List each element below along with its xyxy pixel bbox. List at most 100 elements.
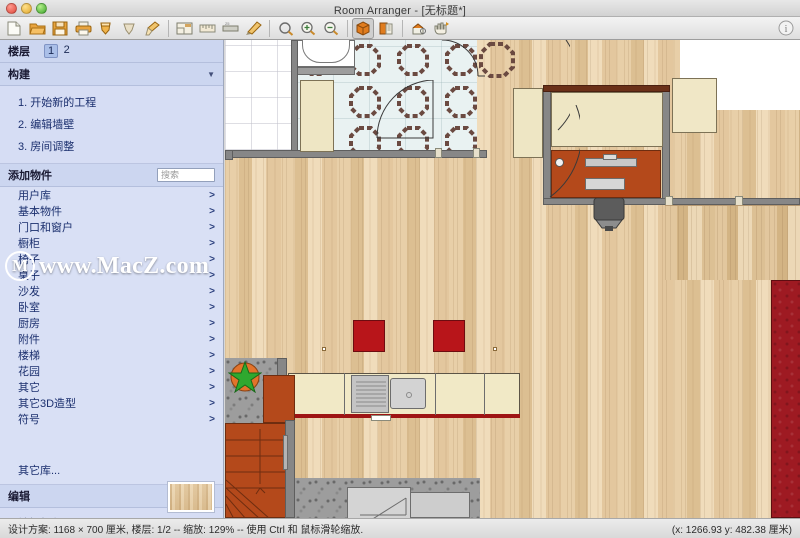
chevron-right-icon: >: [209, 413, 215, 425]
toolbar-separator: [269, 19, 270, 37]
category-list-spacer: [0, 427, 223, 457]
office-chair[interactable]: [591, 197, 627, 232]
build-step-2[interactable]: 2. 编辑墙壁: [0, 113, 223, 135]
status-bar: 设计方案: 1168 × 700 厘米, 楼层: 1/2 -- 缩放: 129%…: [0, 518, 800, 538]
zoom-in-icon[interactable]: [297, 18, 319, 39]
wall-socket-1: [322, 347, 326, 351]
category-item-12[interactable]: 其它 >: [0, 379, 223, 395]
kitchen-appliance-panel[interactable]: [351, 375, 389, 413]
wall-bathroom-bottom[interactable]: [225, 150, 487, 158]
railing-post: [283, 435, 288, 470]
category-label: 卧室: [18, 302, 40, 314]
cabinet-bathroom[interactable]: [300, 80, 334, 152]
bathtub[interactable]: [297, 40, 355, 67]
plan-2d-icon[interactable]: [375, 18, 397, 39]
main-toolbar: 25 i: [0, 17, 800, 40]
wall-icon[interactable]: 25: [219, 18, 241, 39]
wall-bathroom-left[interactable]: [291, 40, 298, 155]
open-folder-icon[interactable]: [26, 18, 48, 39]
printer-icon[interactable]: [72, 18, 94, 39]
floorplan-icon[interactable]: [173, 18, 195, 39]
floor-tab-1[interactable]: 1: [44, 44, 59, 58]
room-arranger-window: Room Arranger - [无标题*] 25 i 楼层 1 2 构建 ▼ …: [0, 0, 800, 538]
cube-3d-icon[interactable]: [352, 17, 374, 39]
category-item-11[interactable]: 花园 >: [0, 363, 223, 379]
zoom-fit-icon[interactable]: [274, 18, 296, 39]
left-sidebar: 楼层 1 2 构建 ▼ 1. 开始新的工程 2. 编辑墙壁 3. 房间调整 添加…: [0, 40, 224, 518]
chevron-right-icon: >: [209, 349, 215, 361]
category-item-5[interactable]: 桌子 >: [0, 267, 223, 283]
category-item-7[interactable]: 卧室 >: [0, 299, 223, 315]
bar-stool-1[interactable]: [353, 320, 385, 352]
pencil-icon[interactable]: [242, 18, 264, 39]
house-icon[interactable]: [407, 18, 429, 39]
floor-wood-right-section: [665, 205, 800, 280]
title-bar: Room Arranger - [无标题*]: [0, 0, 800, 17]
chevron-down-icon[interactable]: ▼: [207, 70, 215, 79]
build-section-header[interactable]: 构建 ▼: [0, 63, 223, 86]
category-label: 符号: [18, 414, 40, 426]
hand-icon[interactable]: [430, 18, 452, 39]
staircase[interactable]: [225, 423, 288, 518]
chevron-right-icon: >: [209, 237, 215, 249]
new-document-icon[interactable]: [3, 18, 25, 39]
door-arc-right-room[interactable]: [500, 104, 583, 205]
floor-label: 楼层: [8, 46, 30, 58]
add-objects-header: 添加物件 搜索: [0, 164, 223, 187]
search-input[interactable]: 搜索: [157, 168, 215, 182]
category-label: 橱柜: [18, 238, 40, 250]
category-label: 沙发: [18, 286, 40, 298]
category-label: 桌子: [18, 270, 40, 282]
category-item-0[interactable]: 用户库 >: [0, 187, 223, 203]
category-label: 椅子: [18, 254, 40, 266]
floor-color-swatch[interactable]: [167, 481, 215, 513]
counter-divider-3: [484, 373, 485, 415]
other-library-link[interactable]: 其它库...: [0, 457, 223, 485]
category-label: 其它3D造型: [18, 398, 77, 410]
floor-tabs[interactable]: 1 2: [44, 44, 73, 58]
sink-fixture-bathroom[interactable]: [297, 67, 355, 75]
floor-section-header: 楼层 1 2: [0, 40, 223, 63]
kitchen-sink[interactable]: [390, 378, 426, 409]
build-step-3[interactable]: 3. 房间调整: [0, 135, 223, 157]
chevron-right-icon: >: [209, 381, 215, 393]
category-list: 用户库 > 基本物件 > 门口和窗户 > 橱柜 > 椅子 > 桌子 > 沙发 >: [0, 187, 223, 485]
zoom-out-icon[interactable]: [320, 18, 342, 39]
info-icon[interactable]: i: [778, 20, 794, 36]
bar-stool-2[interactable]: [433, 320, 465, 352]
ruler-icon[interactable]: [196, 18, 218, 39]
paste-icon[interactable]: [118, 18, 140, 39]
cut-icon[interactable]: [95, 18, 117, 39]
category-item-6[interactable]: 沙发 >: [0, 283, 223, 299]
floor-plan-canvas[interactable]: [225, 40, 800, 518]
brush-icon[interactable]: [141, 18, 163, 39]
category-item-14[interactable]: 符号 >: [0, 411, 223, 427]
category-item-2[interactable]: 门口和窗户 >: [0, 219, 223, 235]
floor-tab-2[interactable]: 2: [60, 44, 73, 58]
wall-vertical-left[interactable]: [225, 150, 233, 160]
chevron-right-icon: >: [209, 317, 215, 329]
wardrobe[interactable]: [672, 78, 717, 133]
door-arc-bathroom-1[interactable]: [375, 79, 445, 155]
counter-handle: [371, 415, 391, 421]
floppy-save-icon[interactable]: [49, 18, 71, 39]
toolbar-separator: [402, 19, 403, 37]
category-item-8[interactable]: 厨房 >: [0, 315, 223, 331]
category-item-3[interactable]: 橱柜 >: [0, 235, 223, 251]
staircase-upper[interactable]: [263, 375, 295, 423]
category-item-10[interactable]: 楼梯 >: [0, 347, 223, 363]
category-item-9[interactable]: 附件 >: [0, 331, 223, 347]
build-step-1[interactable]: 1. 开始新的工程: [0, 91, 223, 113]
category-item-4[interactable]: 椅子 >: [0, 251, 223, 267]
chevron-right-icon: >: [209, 221, 215, 233]
stairs-symbol[interactable]: [347, 487, 411, 518]
category-item-13[interactable]: 其它3D造型 >: [0, 395, 223, 411]
wall-bedroom-right[interactable]: [662, 85, 670, 205]
svg-text:25: 25: [225, 21, 230, 26]
plant-icon[interactable]: [227, 360, 263, 394]
carpet[interactable]: [771, 280, 800, 518]
chevron-right-icon: >: [209, 269, 215, 281]
category-item-1[interactable]: 基本物件 >: [0, 203, 223, 219]
category-label: 用户库: [18, 190, 51, 202]
category-label: 其它: [18, 382, 40, 394]
